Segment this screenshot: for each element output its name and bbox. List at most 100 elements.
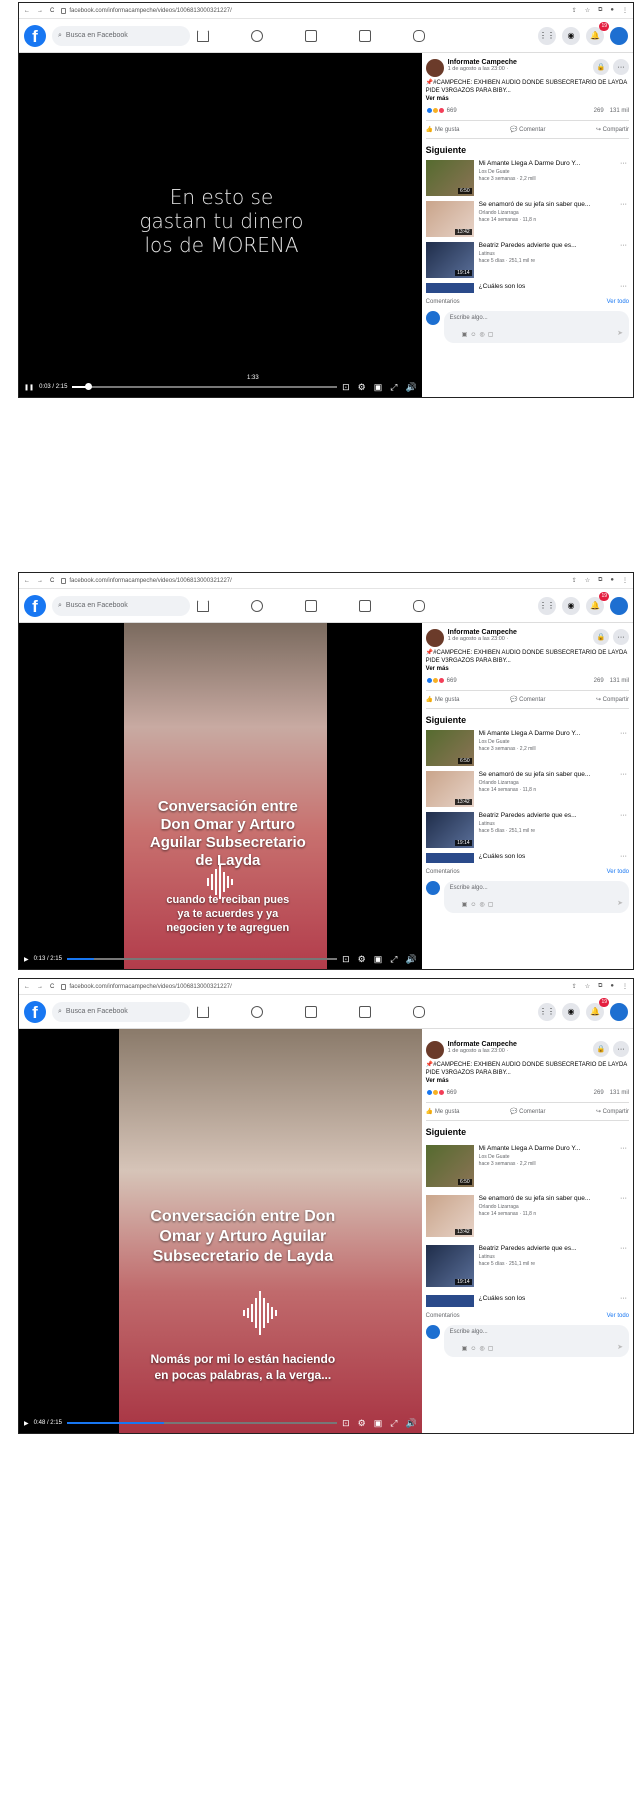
video-thumbnail[interactable]: 13:42 xyxy=(425,201,474,237)
page-name[interactable]: Informate Campeche xyxy=(448,59,517,66)
video-thumbnail[interactable]: 13:42 xyxy=(425,771,474,807)
post-date[interactable]: 1 de agosto a las 23:00 · xyxy=(448,1048,517,1054)
extensions-icon[interactable]: ⧉ xyxy=(598,7,602,14)
list-item[interactable]: 19:14 Beatriz Paredes advierte que es... L… xyxy=(425,812,629,848)
captions-icon[interactable]: ⊡ xyxy=(342,1418,350,1429)
messenger-icon[interactable]: ◉ xyxy=(562,26,580,45)
see-more-link[interactable]: Ver más xyxy=(426,1078,629,1084)
reaction-count[interactable]: 669 xyxy=(447,678,457,684)
watch-icon[interactable] xyxy=(305,1005,317,1018)
settings-icon[interactable]: ⚙ xyxy=(358,382,366,393)
more-icon[interactable]: ··· xyxy=(620,242,627,249)
avatar[interactable] xyxy=(610,596,628,615)
emoji-icons[interactable]: ▣☺◎▢ xyxy=(462,331,497,338)
watch-icon[interactable] xyxy=(305,29,317,42)
lock-icon[interactable]: 🔒 xyxy=(593,1041,609,1057)
address-bar[interactable]: facebook.com/informacampeche/videos/1006… xyxy=(61,983,232,990)
more-icon[interactable]: ··· xyxy=(620,1245,627,1252)
comment-count[interactable]: 269 xyxy=(594,678,604,684)
star-icon[interactable]: ☆ xyxy=(585,7,590,14)
video-player[interactable]: Conversación entre Don Omar y Arturo Agu… xyxy=(19,1029,422,1433)
friends-icon[interactable] xyxy=(251,599,263,612)
reaction-count[interactable]: 669 xyxy=(447,108,457,114)
forward-icon[interactable]: → xyxy=(37,984,43,990)
volume-icon[interactable]: 🔊 xyxy=(405,382,416,393)
comment-count[interactable]: 269 xyxy=(594,1090,604,1096)
more-icon[interactable]: ··· xyxy=(620,1145,627,1152)
pause-icon[interactable]: ❚❚ xyxy=(24,384,34,391)
progress-bar[interactable] xyxy=(72,383,338,390)
forward-icon[interactable]: → xyxy=(37,8,43,14)
video-thumbnail[interactable] xyxy=(425,1295,474,1307)
video-thumbnail[interactable]: 6:50 xyxy=(425,730,474,766)
back-icon[interactable]: ← xyxy=(24,984,30,990)
home-icon[interactable] xyxy=(197,1005,209,1018)
more-icon[interactable]: ··· xyxy=(613,59,629,75)
view-all-link[interactable]: Ver todo xyxy=(607,299,629,305)
forward-icon[interactable]: → xyxy=(37,578,43,584)
comment-button[interactable]: 💬 Comentar xyxy=(510,1108,545,1115)
star-icon[interactable]: ☆ xyxy=(585,983,590,990)
marketplace-icon[interactable] xyxy=(359,29,371,42)
back-icon[interactable]: ← xyxy=(24,578,30,584)
see-more-link[interactable]: Ver más xyxy=(426,666,629,672)
search-input[interactable]: ⌕ Busca en Facebook xyxy=(52,595,190,616)
page-name[interactable]: Informate Campeche xyxy=(448,1041,517,1048)
address-bar[interactable]: facebook.com/informacampeche/videos/1006… xyxy=(61,7,232,14)
comment-input[interactable]: Escribe algo... ▣☺◎▢ ➤ xyxy=(443,311,629,343)
messenger-icon[interactable]: ◉ xyxy=(562,596,580,615)
gaming-icon[interactable] xyxy=(413,29,425,42)
search-input[interactable]: ⌕ Busca en Facebook xyxy=(52,1001,190,1022)
facebook-logo-icon[interactable]: f xyxy=(24,594,46,617)
address-bar[interactable]: facebook.com/informacampeche/videos/1006… xyxy=(61,577,232,584)
more-icon[interactable]: ··· xyxy=(613,1041,629,1057)
reload-icon[interactable]: C xyxy=(50,984,54,990)
comment-button[interactable]: 💬 Comentar xyxy=(510,696,545,703)
fullscreen-icon[interactable]: ⤢ xyxy=(390,1418,397,1429)
share-button[interactable]: ↪ Compartir xyxy=(596,696,629,703)
apps-menu-icon[interactable]: ⋮⋮ xyxy=(538,26,556,45)
more-icon[interactable]: ··· xyxy=(620,1295,627,1302)
more-icon[interactable]: ··· xyxy=(620,730,627,737)
home-icon[interactable] xyxy=(197,599,209,612)
back-icon[interactable]: ← xyxy=(24,8,30,14)
avatar[interactable] xyxy=(610,1002,628,1021)
share-button[interactable]: ↪ Compartir xyxy=(596,126,629,133)
notifications-icon[interactable]: 🔔 19 xyxy=(586,591,609,615)
list-item[interactable]: 13:42 Se enamoró de su jefa sin saber que… xyxy=(425,1195,629,1237)
video-player[interactable]: Conversación entre Don Omar y Arturo Agu… xyxy=(19,623,422,969)
view-all-link[interactable]: Ver todo xyxy=(607,1313,629,1319)
see-more-link[interactable]: Ver más xyxy=(426,96,629,102)
home-icon[interactable] xyxy=(197,29,209,42)
comment-count[interactable]: 269 xyxy=(594,108,604,114)
volume-icon[interactable]: 🔊 xyxy=(405,1418,416,1429)
gaming-icon[interactable] xyxy=(413,599,425,612)
captions-icon[interactable]: ⊡ xyxy=(342,954,350,965)
profile-icon[interactable]: ● xyxy=(610,983,614,990)
video-player[interactable]: En esto se gastan tu dinero los de MOREN… xyxy=(19,53,422,397)
like-button[interactable]: 👍 Me gusta xyxy=(426,1108,460,1115)
video-thumbnail[interactable]: 13:42 xyxy=(425,1195,474,1237)
video-thumbnail[interactable]: 6:50 xyxy=(425,1145,474,1187)
gaming-icon[interactable] xyxy=(413,1005,425,1018)
extensions-icon[interactable]: ⧉ xyxy=(598,577,602,584)
captions-icon[interactable]: ⊡ xyxy=(342,382,350,393)
marketplace-icon[interactable] xyxy=(359,599,371,612)
share-icon[interactable]: ⇪ xyxy=(572,577,577,584)
more-icon[interactable]: ··· xyxy=(613,629,629,645)
list-item[interactable]: ¿Cuáles son los ··· xyxy=(425,853,629,863)
menu-icon[interactable]: ⋮ xyxy=(622,577,628,584)
more-icon[interactable]: ··· xyxy=(620,160,627,167)
pip-icon[interactable]: ▣ xyxy=(374,382,383,393)
video-thumbnail[interactable]: 6:50 xyxy=(425,160,474,196)
progress-handle[interactable] xyxy=(85,383,93,390)
list-item[interactable]: 19:14 Beatriz Paredes advierte que es... L… xyxy=(425,1245,629,1287)
pip-icon[interactable]: ▣ xyxy=(374,1418,383,1429)
profile-icon[interactable]: ● xyxy=(610,7,614,14)
settings-icon[interactable]: ⚙ xyxy=(358,1418,366,1429)
settings-icon[interactable]: ⚙ xyxy=(358,954,366,965)
comment-button[interactable]: 💬 Comentar xyxy=(510,126,545,133)
list-item[interactable]: 6:50 Mi Amante Llega A Darme Duro Y... Los… xyxy=(425,160,629,196)
page-avatar[interactable] xyxy=(425,59,444,77)
facebook-logo-icon[interactable]: f xyxy=(24,24,46,47)
